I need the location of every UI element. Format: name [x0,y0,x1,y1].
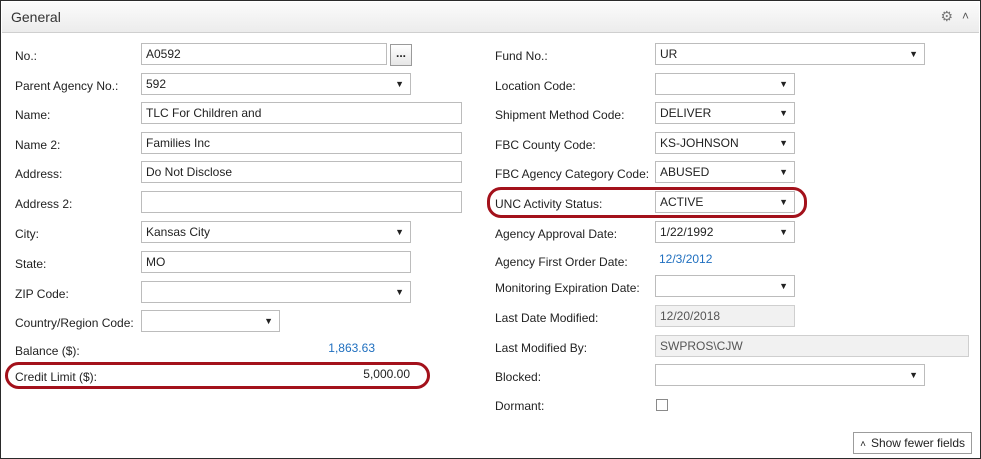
balance-field[interactable]: 1,863.63 [141,338,381,360]
agency-approval-date-label: Agency Approval Date: [495,227,618,241]
fbc-agency-category-value: ABUSED [660,165,710,179]
parent-agency-no-label: Parent Agency No.: [15,79,119,93]
section-title: General [11,9,61,25]
no-value: A0592 [146,47,181,61]
credit-limit-label: Credit Limit ($): [15,370,98,384]
monitoring-expiration-field[interactable]: ▼ [655,275,795,297]
dropdown-arrow-icon[interactable]: ▼ [779,103,788,123]
dropdown-arrow-icon[interactable]: ▼ [779,222,788,242]
unc-activity-status-label: UNC Activity Status: [495,197,603,211]
name2-label: Name 2: [15,138,61,152]
unc-activity-status-value: ACTIVE [660,195,704,209]
dropdown-arrow-icon[interactable]: ▼ [909,44,918,64]
dormant-label: Dormant: [495,399,545,413]
address2-field[interactable] [141,191,462,213]
last-date-modified-value: 12/20/2018 [660,309,721,323]
agency-approval-date-value: 1/22/1992 [660,225,714,239]
show-fewer-fields-button[interactable]: ˄ Show fewer fields [853,432,972,454]
dropdown-arrow-icon[interactable]: ▼ [395,282,404,302]
last-date-modified-label: Last Date Modified: [495,311,599,325]
agency-approval-date-field[interactable]: 1/22/1992 ▼ [655,221,795,243]
zip-label: ZIP Code: [15,287,69,301]
dormant-checkbox[interactable] [656,399,668,411]
credit-limit-field[interactable]: 5,000.00 [141,364,416,386]
dropdown-arrow-icon[interactable]: ▼ [264,311,273,331]
address-label: Address: [15,167,63,181]
name2-field[interactable]: Families Inc [141,132,462,154]
fund-no-label: Fund No.: [495,49,548,63]
address2-label: Address 2: [15,197,73,211]
last-modified-by-field: SWPROS\CJW [655,335,969,357]
fund-no-value: UR [660,47,678,61]
city-label: City: [15,227,39,241]
country-label: Country/Region Code: [15,316,134,330]
show-fewer-fields-label: Show fewer fields [870,436,965,450]
fbc-county-value: KS-JOHNSON [660,136,739,150]
credit-limit-value: 5,000.00 [363,367,410,381]
state-value: MO [146,255,166,269]
fbc-county-label: FBC County Code: [495,138,596,152]
fbc-county-field[interactable]: KS-JOHNSON ▼ [655,132,795,154]
dropdown-arrow-icon[interactable]: ▼ [779,74,788,94]
parent-agency-no-value: 592 [146,77,167,91]
city-field[interactable]: Kansas City ▼ [141,221,411,243]
balance-label: Balance ($): [15,344,80,358]
shipment-method-value: DELIVER [660,106,712,120]
country-field[interactable]: ▼ [141,310,280,332]
last-date-modified-field: 12/20/2018 [655,305,795,327]
gear-icon[interactable]: ⚙ [940,8,953,25]
fund-no-field[interactable]: UR ▼ [655,43,925,65]
balance-value[interactable]: 1,863.63 [328,341,375,355]
dropdown-arrow-icon[interactable]: ▼ [909,365,918,385]
no-label: No.: [15,49,38,63]
section-header[interactable]: General ⚙ ˄ [2,2,979,33]
address-value: Do Not Disclose [146,165,233,179]
no-field[interactable]: A0592 [141,43,387,65]
blocked-label: Blocked: [495,370,542,384]
dropdown-arrow-icon[interactable]: ▼ [779,162,788,182]
zip-field[interactable]: ▼ [141,281,411,303]
fbc-agency-category-label: FBC Agency Category Code: [495,167,650,181]
location-code-field[interactable]: ▼ [655,73,795,95]
name-label: Name: [15,108,51,122]
dropdown-arrow-icon[interactable]: ▼ [395,74,404,94]
dropdown-arrow-icon[interactable]: ▼ [779,192,788,212]
name2-value: Families Inc [146,136,211,150]
dropdown-arrow-icon[interactable]: ▼ [779,133,788,153]
last-modified-by-value: SWPROS\CJW [660,339,743,353]
chevron-up-icon[interactable]: ˄ [962,9,969,23]
name-field[interactable]: TLC For Children and [141,102,462,124]
name-value: TLC For Children and [146,106,262,120]
city-value: Kansas City [146,225,211,239]
shipment-method-field[interactable]: DELIVER ▼ [655,102,795,124]
address-field[interactable]: Do Not Disclose [141,161,462,183]
dropdown-arrow-icon[interactable]: ▼ [395,222,404,242]
monitoring-expiration-label: Monitoring Expiration Date: [495,281,640,295]
state-field[interactable]: MO [141,251,411,273]
no-lookup-button[interactable]: ... [390,44,412,66]
location-code-label: Location Code: [495,79,576,93]
fbc-agency-category-field[interactable]: ABUSED ▼ [655,161,795,183]
last-modified-by-label: Last Modified By: [495,341,588,355]
agency-first-order-date-label: Agency First Order Date: [495,255,628,269]
dropdown-arrow-icon[interactable]: ▼ [779,276,788,296]
blocked-field[interactable]: ▼ [655,364,925,386]
agency-first-order-date-value[interactable]: 12/3/2012 [659,252,712,266]
state-label: State: [15,257,47,271]
chevron-up-icon: ˄ [860,439,866,450]
parent-agency-no-field[interactable]: 592 ▼ [141,73,411,95]
shipment-method-label: Shipment Method Code: [495,108,625,122]
unc-activity-status-field[interactable]: ACTIVE ▼ [655,191,795,213]
agency-first-order-date-field[interactable]: 12/3/2012 [655,249,795,271]
